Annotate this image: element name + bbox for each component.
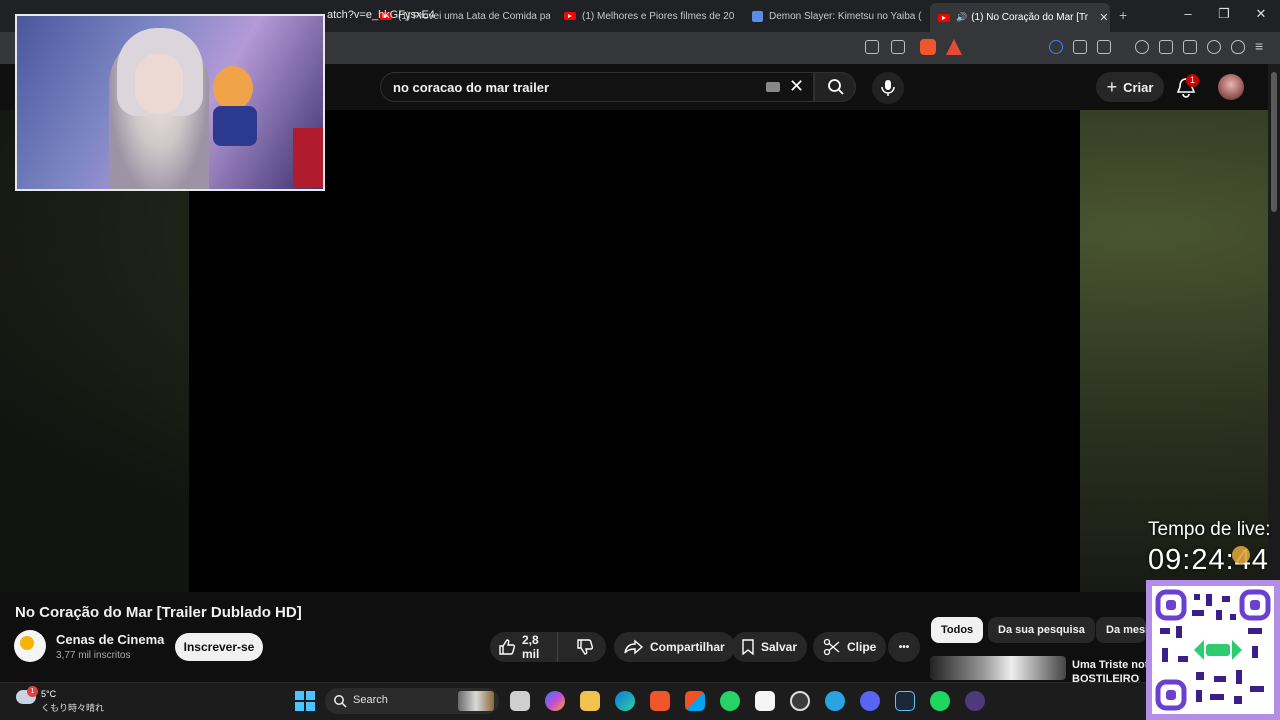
plush-toy-body	[213, 106, 257, 146]
browser-tab[interactable]: Demon Slayer: Kimetsu no Yaiba (	[744, 4, 922, 28]
brave-browser-icon[interactable]	[650, 691, 670, 711]
channel-name[interactable]: Cenas de Cinema	[56, 632, 164, 647]
channel-avatar[interactable]	[14, 630, 46, 662]
share-arrow-icon	[624, 639, 644, 655]
bookmark-icon	[742, 639, 754, 655]
obs-icon[interactable]	[790, 691, 810, 711]
discord-icon[interactable]	[860, 691, 880, 711]
webcam-overlay	[15, 14, 325, 191]
user-avatar[interactable]	[1218, 74, 1244, 100]
qr-code	[1146, 580, 1280, 720]
youtube-icon	[564, 12, 576, 20]
recommendation-thumbnail[interactable]	[930, 656, 1066, 680]
share-button[interactable]: Compartilhar	[614, 632, 735, 662]
browser-tab[interactable]: (1) Melhores e Piores filmes de 20	[556, 4, 736, 28]
weather-badge: 1	[27, 686, 38, 697]
browser-tab-active[interactable]: 🔊 (1) No Coração do Mar [Tr ✕	[930, 3, 1110, 32]
spotify-icon[interactable]	[930, 691, 950, 711]
vpn-icon[interactable]	[1231, 40, 1245, 54]
share-label: Compartilhar	[650, 640, 725, 654]
like-dislike-group: 2,8 mil	[490, 632, 606, 662]
clear-search-icon[interactable]: ✕	[789, 76, 804, 97]
weather-description[interactable]: くもり時々晴れ	[41, 701, 104, 714]
chip-from-search[interactable]: Da sua pesquisa	[988, 617, 1095, 643]
thumbs-up-icon	[499, 639, 516, 655]
search-button[interactable]	[814, 72, 856, 102]
wallet-icon[interactable]	[1049, 40, 1063, 54]
thumbs-down-icon	[577, 639, 594, 655]
tab-close-icon[interactable]: ✕	[1099, 11, 1108, 24]
live-timer-label: Tempo de live:	[1148, 519, 1271, 540]
brave-shield-icon[interactable]	[920, 39, 936, 55]
steam-icon[interactable]	[895, 691, 915, 711]
cursor-highlight	[1232, 546, 1250, 564]
task-view-icon[interactable]	[510, 691, 530, 711]
save-label: Salvar	[761, 640, 798, 654]
edge-icon[interactable]	[615, 691, 635, 711]
keyboard-icon[interactable]	[766, 82, 780, 92]
create-button[interactable]: + Criar	[1096, 72, 1164, 102]
plus-icon: +	[1106, 76, 1118, 97]
notification-badge: 1	[1186, 74, 1199, 87]
taskbar-search-icon	[334, 695, 347, 708]
url-field[interactable]: atch?v=e_hkGFysxE4	[327, 9, 435, 21]
scissors-icon	[823, 638, 840, 656]
share-icon[interactable]	[891, 40, 905, 54]
subscriber-count: 3,77 mil inscritos	[56, 650, 131, 661]
clip-button[interactable]: Clipe	[813, 632, 887, 662]
recommendation-title[interactable]: Uma Triste not BOSTILEIRO	[1072, 658, 1152, 682]
weather-temperature[interactable]: 5°C	[41, 689, 56, 699]
new-tab-button[interactable]: +	[1119, 7, 1127, 23]
taskbar-search-label: Search	[353, 694, 388, 706]
close-window-icon[interactable]: ✕	[1251, 6, 1271, 22]
sidebar-icon[interactable]	[1159, 40, 1173, 54]
microphone-icon	[881, 80, 895, 96]
whatsapp-icon[interactable]	[720, 691, 740, 711]
telegram-icon[interactable]	[825, 691, 845, 711]
chip-from-channel[interactable]: Da mesi	[1096, 617, 1146, 643]
subscribe-button[interactable]: Inscrever-se	[175, 633, 263, 661]
search-highlight-icon[interactable]	[458, 691, 494, 711]
copilot-icon[interactable]	[545, 691, 565, 711]
voice-search-button[interactable]	[872, 72, 904, 104]
screenshot-icon[interactable]	[1097, 40, 1111, 54]
create-label: Criar	[1123, 79, 1154, 95]
file-explorer-icon[interactable]	[580, 691, 600, 711]
qr-code-graphic	[1155, 589, 1271, 711]
scrollbar-thumb[interactable]	[1271, 72, 1277, 212]
speaker-icon: 🔊	[956, 12, 968, 22]
search-icon	[828, 79, 844, 95]
like-count: 2,8 mil	[522, 633, 540, 661]
chip-all[interactable]: Todos	[931, 617, 984, 643]
extensions-icon[interactable]	[1073, 40, 1087, 54]
leo-ai-icon[interactable]	[1207, 40, 1221, 54]
menu-icon[interactable]: ≡	[1255, 38, 1263, 54]
qr-code-pattern	[1152, 586, 1274, 714]
clip-label: Clipe	[847, 640, 877, 654]
red-light	[293, 128, 323, 188]
capcut-icon[interactable]	[755, 691, 775, 711]
cast-icon[interactable]	[865, 40, 879, 54]
youtube-icon	[938, 13, 950, 22]
save-button[interactable]: Salvar	[731, 632, 808, 662]
like-button[interactable]: 2,8 mil	[490, 632, 559, 662]
tab-label: Demon Slayer: Kimetsu no Yaiba (	[769, 10, 922, 22]
more-actions-button[interactable]: •••	[888, 632, 920, 662]
windows-start-icon[interactable]	[295, 691, 315, 711]
wallet-card-icon[interactable]	[1183, 40, 1197, 54]
streamer-face	[135, 54, 183, 114]
search-input[interactable]: no coracao do mar trailer	[393, 80, 549, 95]
plush-toy	[213, 66, 253, 110]
app-icon[interactable]	[965, 691, 985, 711]
maximize-icon[interactable]: ❐	[1214, 6, 1234, 22]
microsoft-store-icon[interactable]	[685, 691, 705, 711]
tab-label: (1) Melhores e Piores filmes de 20	[582, 10, 735, 22]
dislike-button[interactable]	[564, 632, 606, 662]
minimize-icon[interactable]: –	[1178, 6, 1198, 21]
music-icon[interactable]	[1135, 40, 1149, 54]
document-icon	[752, 10, 763, 22]
video-title: No Coração do Mar [Trailer Dublado HD]	[15, 604, 302, 621]
tab-label: (1) No Coração do Mar [Tr	[971, 12, 1089, 23]
live-timer-value: 09:24:44	[1148, 544, 1269, 576]
